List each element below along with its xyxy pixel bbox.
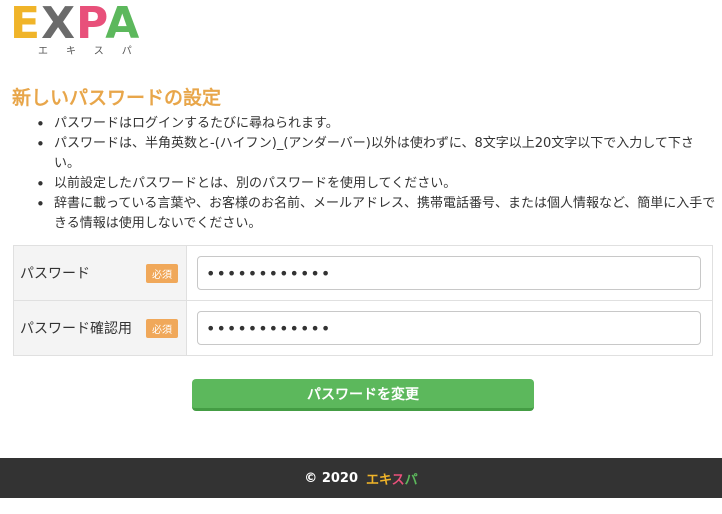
password-notes: パスワードはログインするたびに尋ねられます。 パスワードは、半角英数と-(ハイフ… xyxy=(34,114,716,234)
password-form: パスワード 必須 パスワード確認用 必須 xyxy=(13,245,713,356)
change-password-button[interactable]: パスワードを変更 xyxy=(192,379,534,411)
expa-logo[interactable]: EXPA エキスパ xyxy=(10,2,160,58)
page-title: 新しいパスワードの設定 xyxy=(12,87,222,109)
brand-char: キ xyxy=(379,472,392,488)
note-item: パスワードはログインするたびに尋ねられます。 xyxy=(34,114,716,134)
note-item: パスワードは、半角英数と-(ハイフン)_(アンダーバー)以外は使わずに、8文字以… xyxy=(34,134,716,174)
brand-char: エ xyxy=(366,472,380,488)
copyright-text: © 2020 xyxy=(304,470,359,486)
password-label: パスワード xyxy=(20,266,90,282)
footer: © 2020 エキスパ xyxy=(0,458,722,498)
required-badge: 必須 xyxy=(146,319,178,338)
note-item: 以前設定したパスワードとは、別のパスワードを使用してください。 xyxy=(34,174,716,194)
password-field-cell xyxy=(186,245,713,301)
note-item: 辞書に載っている言葉や、お客様のお名前、メールアドレス、携帯電話番号、または個人… xyxy=(34,194,716,234)
logo-kana: エキスパ xyxy=(38,46,150,57)
brand-char: ス xyxy=(391,472,405,488)
brand-char: パ xyxy=(404,472,418,488)
password-input[interactable] xyxy=(197,256,701,290)
logo-letters: EXPA xyxy=(10,2,160,46)
password-label-cell: パスワード 必須 xyxy=(13,245,187,301)
footer-brand-logo: エキスパ xyxy=(366,469,418,488)
logo-letter-e: E xyxy=(10,0,42,49)
required-badge: 必須 xyxy=(146,264,178,283)
confirm-label-cell: パスワード確認用 必須 xyxy=(13,300,187,356)
confirm-row: パスワード確認用 必須 xyxy=(13,300,713,356)
confirm-field-cell xyxy=(186,300,713,356)
password-confirm-input[interactable] xyxy=(197,311,701,345)
password-row: パスワード 必須 xyxy=(13,245,713,301)
confirm-label: パスワード確認用 xyxy=(20,321,132,337)
